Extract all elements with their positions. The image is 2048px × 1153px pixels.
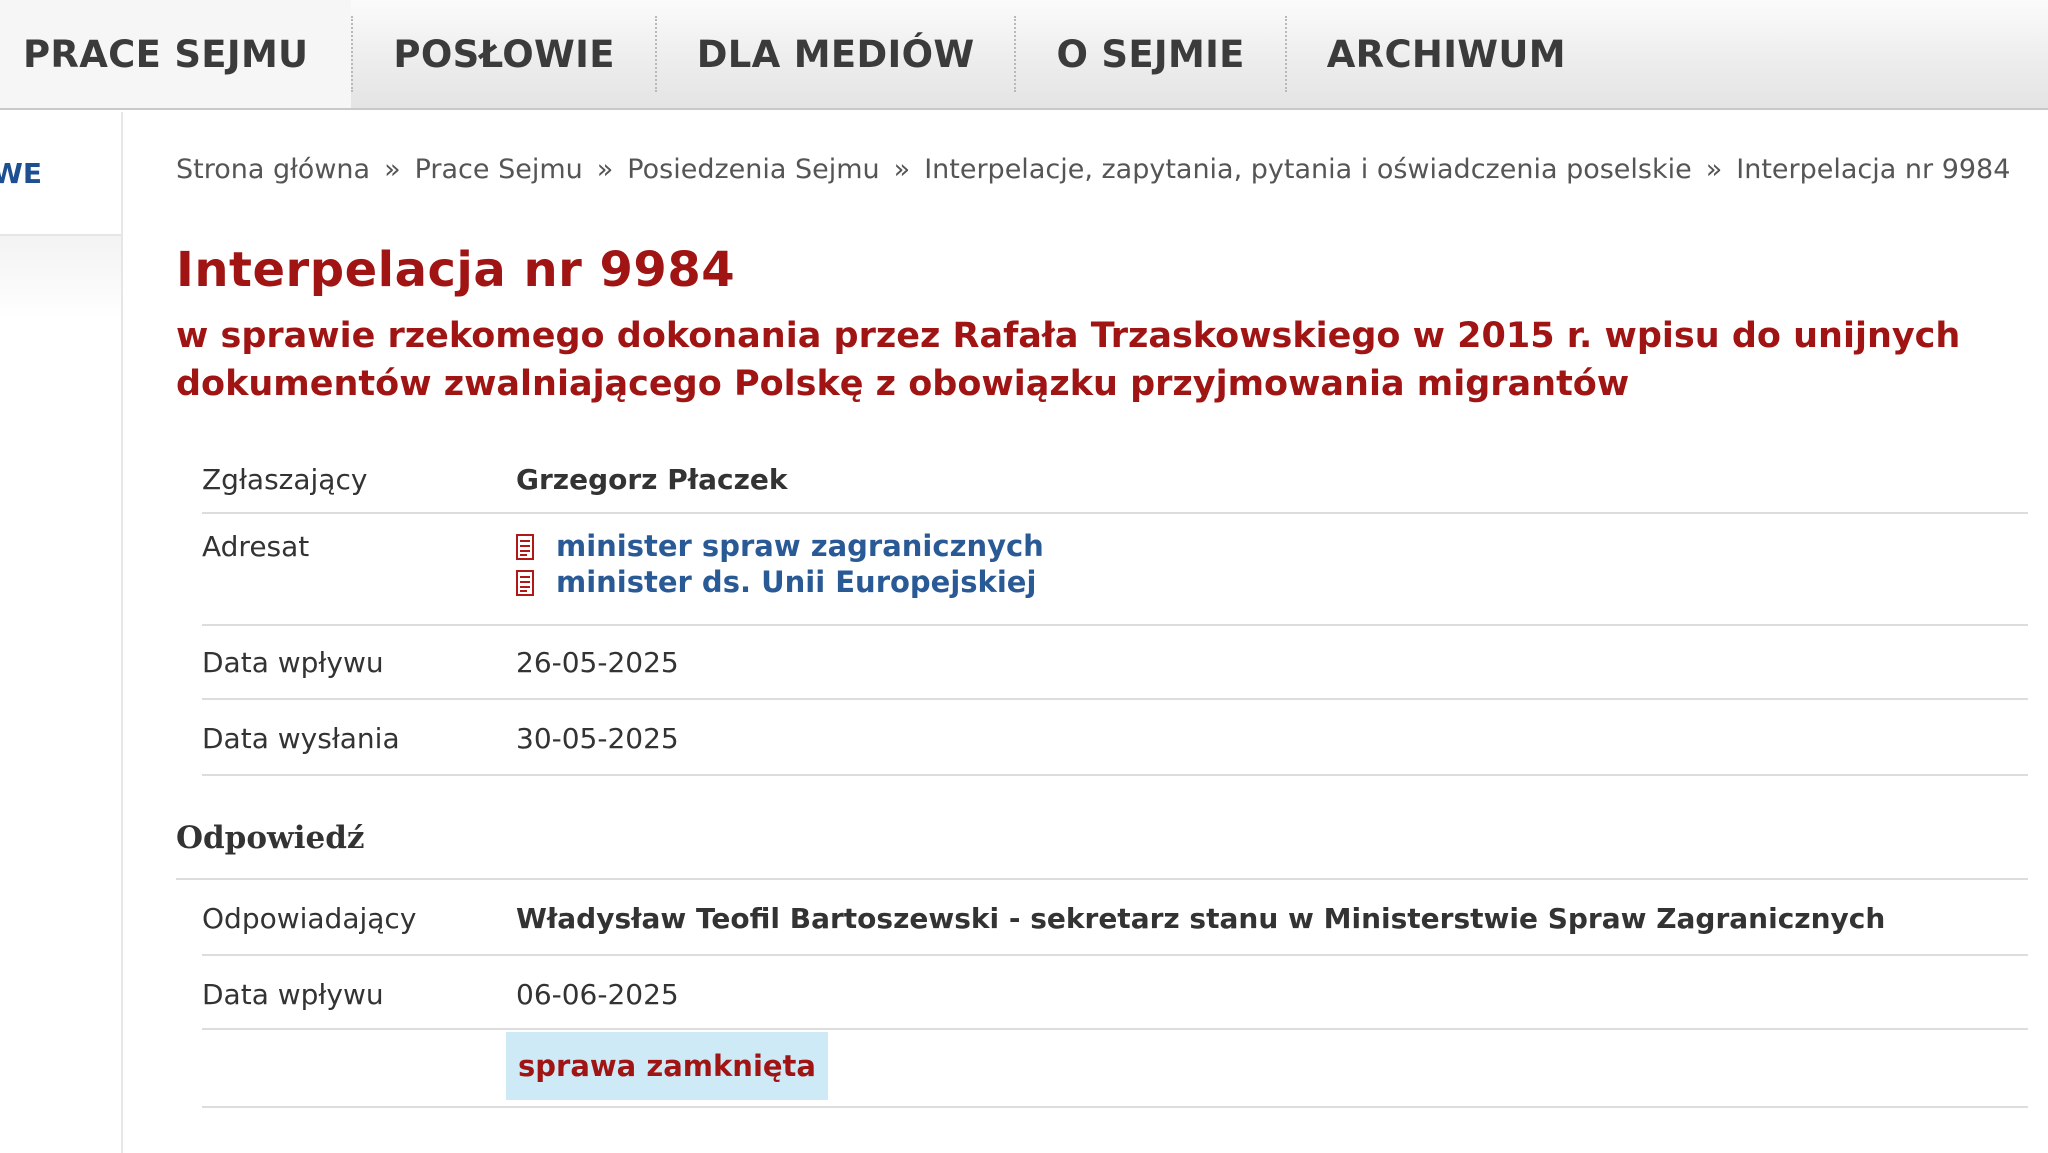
detail-row-zglaszajacy: Zgłaszający Grzegorz Płaczek: [202, 448, 2028, 514]
nav-item-poslowie[interactable]: POSŁOWIE: [353, 0, 654, 108]
breadcrumb-posiedzenia[interactable]: Posiedzenia Sejmu: [627, 154, 879, 185]
breadcrumb-interpelacje[interactable]: Interpelacje, zapytania, pytania i oświa…: [924, 154, 1692, 185]
detail-row-adresat: Adresat minister spraw zagranicznych min…: [202, 514, 2028, 626]
odpowiadajacy-value: Władysław Teofil Bartoszewski - sekretar…: [516, 902, 1886, 935]
top-navigation: PRACE SEJMU POSŁOWIE DLA MEDIÓW O SEJMIE…: [0, 0, 2048, 110]
breadcrumb-separator: »: [384, 154, 401, 185]
detail-row-data-wyslania: Data wysłania 30-05-2025: [202, 700, 2028, 776]
adresat-label: Adresat: [202, 530, 310, 563]
sidebar-band: [0, 236, 121, 320]
zglaszajacy-label: Zgłaszający: [202, 463, 368, 496]
data-wplywu-value: 26-05-2025: [516, 646, 679, 679]
answer-data-wplywu-value: 06-06-2025: [516, 978, 679, 1011]
data-wplywu-label: Data wpływu: [202, 646, 384, 679]
answer-row-data-wplywu: Data wpływu 06-06-2025: [202, 956, 2028, 1030]
adresat-link-label[interactable]: minister ds. Unii Europejskiej: [556, 565, 1036, 599]
breadcrumb-separator: »: [596, 154, 614, 185]
breadcrumb-separator: »: [1705, 154, 1723, 185]
nav-item-o-sejmie[interactable]: O SEJMIE: [1016, 0, 1284, 108]
left-sidebar: WE: [0, 112, 123, 1153]
answer-row-odpowiadajacy: Odpowiadający Władysław Teofil Bartoszew…: [202, 880, 2028, 956]
odpowiadajacy-label: Odpowiadający: [202, 902, 417, 935]
breadcrumb-separator: »: [893, 154, 911, 185]
data-wyslania-value: 30-05-2025: [516, 722, 679, 755]
status-badge: sprawa zamknięta: [506, 1032, 828, 1100]
adresat-link-msz[interactable]: minister spraw zagranicznych: [516, 528, 1044, 564]
detail-row-data-wplywu: Data wpływu 26-05-2025: [202, 626, 2028, 700]
sidebar-top-label: WE: [0, 156, 43, 190]
data-wyslania-label: Data wysłania: [202, 722, 400, 755]
zglaszajacy-value: Grzegorz Płaczek: [516, 463, 788, 496]
document-icon: [516, 533, 534, 560]
nav-item-archiwum[interactable]: ARCHIWUM: [1287, 0, 1606, 108]
breadcrumb-home[interactable]: Strona główna: [176, 154, 370, 185]
answer-data-wplywu-label: Data wpływu: [202, 978, 384, 1011]
answer-heading: Odpowiedź: [176, 820, 365, 856]
page-subtitle: w sprawie rzekomego dokonania przez Rafa…: [176, 316, 1961, 404]
adresat-link-label[interactable]: minister spraw zagranicznych: [556, 529, 1044, 563]
sidebar-top-item[interactable]: WE: [0, 112, 121, 236]
adresat-link-ue[interactable]: minister ds. Unii Europejskiej: [516, 564, 1044, 600]
page-title: Interpelacja nr 9984: [176, 242, 736, 298]
nav-item-dla-mediow[interactable]: DLA MEDIÓW: [657, 0, 1015, 108]
adresat-list: minister spraw zagranicznych minister ds…: [516, 528, 1044, 600]
breadcrumb: Strona główna » Prace Sejmu » Posiedzenia Se…: [176, 154, 2010, 185]
document-icon: [516, 569, 534, 596]
breadcrumb-prace-sejmu[interactable]: Prace Sejmu: [415, 154, 583, 185]
answer-row-status: sprawa zamknięta: [202, 1030, 2028, 1108]
breadcrumb-current: Interpelacja nr 9984: [1736, 154, 2011, 185]
nav-item-prace-sejmu[interactable]: PRACE SEJMU: [0, 0, 352, 108]
